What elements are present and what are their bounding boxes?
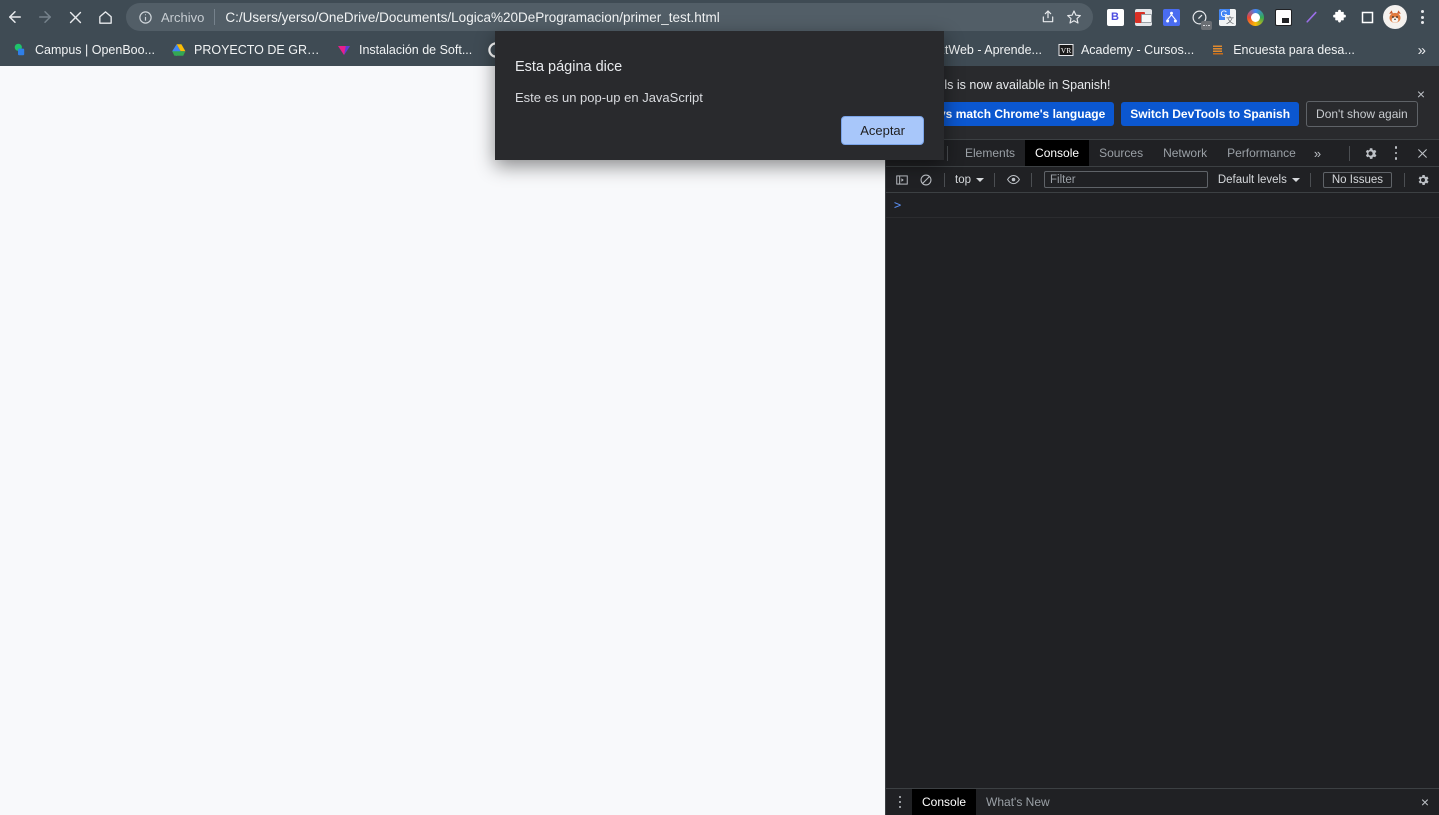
page-content-area: [0, 66, 885, 815]
omnibox-actions: [1035, 4, 1087, 30]
home-button[interactable]: [90, 3, 120, 31]
extensions-puzzle-icon[interactable]: [1325, 3, 1353, 31]
toolbar-divider-3: [1031, 172, 1032, 187]
tab-sources[interactable]: Sources: [1089, 140, 1153, 166]
site-info-icon[interactable]: [136, 8, 154, 26]
toolbar-divider-4: [1309, 172, 1311, 187]
devtools-tabbar: Elements Console Sources Network Perform…: [886, 140, 1439, 167]
console-toolbar: top Filter Default levels No Issues: [886, 167, 1439, 193]
extensions-strip: B G 文: [1101, 3, 1439, 31]
reading-list-icon[interactable]: [1353, 3, 1381, 31]
console-sidebar-icon[interactable]: [890, 168, 914, 192]
forward-button[interactable]: [30, 3, 60, 31]
dialog-title: Esta página dice: [515, 59, 623, 75]
back-button[interactable]: [0, 3, 30, 31]
console-filter-input[interactable]: Filter: [1044, 171, 1208, 188]
avatar[interactable]: [1381, 3, 1409, 31]
toolbar-divider: [944, 172, 945, 187]
color-wheel-extension-icon[interactable]: [1241, 3, 1269, 31]
svg-text:VR: VR: [1061, 46, 1071, 55]
address-bar[interactable]: Archivo C:/Users/yerso/OneDrive/Document…: [126, 3, 1093, 31]
log-levels-selector[interactable]: Default levels: [1214, 174, 1304, 186]
drawer-tab-console[interactable]: Console: [912, 789, 977, 815]
notice-text: DevTools is now available in Spanish!: [902, 78, 1111, 92]
drawer-tab-whats-new[interactable]: What's New: [976, 789, 1060, 815]
close-devtools-icon[interactable]: [1409, 140, 1435, 166]
instalacion-favicon: [336, 42, 352, 58]
bookmarks-overflow-button[interactable]: »: [1409, 40, 1435, 61]
url-text[interactable]: C:/Users/yerso/OneDrive/Documents/Logica…: [225, 10, 1029, 25]
devtools-drawer-tabbar: Console What's New ×: [886, 788, 1439, 815]
bookmark-item-academy[interactable]: VR Academy - Cursos...: [1050, 39, 1202, 61]
dialog-actions: Aceptar: [515, 116, 924, 160]
tab-performance[interactable]: Performance: [1217, 140, 1306, 166]
actions-divider: [1349, 145, 1350, 161]
browser-toolbar: Archivo C:/Users/yerso/OneDrive/Document…: [0, 0, 1439, 34]
more-tabs-icon[interactable]: »: [1306, 146, 1329, 161]
bookmark-item-instalacion[interactable]: Instalación de Soft...: [328, 39, 480, 61]
notice-buttons: Always match Chrome's language Switch De…: [902, 101, 1425, 127]
dialog-message: Este es un pop-up en JavaScript: [515, 90, 703, 106]
campus-favicon: [12, 42, 28, 58]
google-translate-extension-icon[interactable]: G 文: [1213, 3, 1241, 31]
chevron-down-icon: [976, 177, 984, 182]
console-caret-icon: >: [894, 198, 902, 212]
toolbar-divider-2: [994, 172, 995, 187]
more-options-icon[interactable]: [1383, 140, 1409, 166]
toolbar-divider-5: [1404, 172, 1405, 187]
execution-context-selector[interactable]: top: [951, 174, 988, 186]
bookmark-label: Academy - Cursos...: [1080, 43, 1195, 57]
bookmark-item-campus[interactable]: Campus | OpenBoo...: [4, 39, 163, 61]
highlighter-pen-extension-icon[interactable]: [1297, 3, 1325, 31]
browser-window: Archivo C:/Users/yerso/OneDrive/Document…: [0, 0, 1439, 815]
live-expression-eye-icon[interactable]: [1001, 168, 1025, 192]
javascript-alert-dialog: Esta página dice Este es un pop-up en Ja…: [495, 31, 944, 160]
devtools-panel: DevTools is now available in Spanish! Al…: [885, 66, 1439, 815]
accept-button[interactable]: Aceptar: [841, 116, 924, 145]
drawer-more-options-icon[interactable]: [888, 790, 912, 814]
bitwarden-extension-icon[interactable]: B: [1101, 3, 1129, 31]
bookmark-item-encuesta[interactable]: Encuesta para desa...: [1202, 39, 1363, 61]
tabbar-divider: [947, 145, 948, 161]
academy-favicon: VR: [1058, 42, 1074, 58]
tab-console[interactable]: Console: [1025, 140, 1090, 166]
console-output[interactable]: >: [886, 193, 1439, 788]
devtools-language-notice: DevTools is now available in Spanish! Al…: [886, 66, 1439, 140]
sitemap-extension-icon[interactable]: [1157, 3, 1185, 31]
clear-console-icon[interactable]: [914, 168, 938, 192]
bookmark-label: aztWeb - Aprende...: [931, 43, 1042, 57]
stop-loading-button[interactable]: [60, 3, 90, 31]
encuesta-favicon: [1210, 42, 1226, 58]
chrome-menu-button[interactable]: [1409, 3, 1435, 31]
bookmark-label: Instalación de Soft...: [358, 43, 473, 57]
picture-in-picture-icon[interactable]: [1269, 3, 1297, 31]
url-scheme-label: Archivo: [161, 9, 205, 25]
chrome-remote-desktop-extension-icon[interactable]: [1129, 3, 1157, 31]
devtools-tabbar-actions: [1342, 140, 1439, 166]
bookmark-item-proyecto-de-grado[interactable]: PROYECTO DE GRA...: [163, 39, 328, 61]
issues-button[interactable]: No Issues: [1322, 171, 1392, 188]
close-icon[interactable]: ×: [1413, 86, 1429, 102]
console-settings-gear-icon[interactable]: [1411, 168, 1435, 192]
chevron-down-icon-levels: [1291, 177, 1300, 182]
bookmark-star-icon[interactable]: [1061, 4, 1087, 30]
console-input-prompt[interactable]: >: [886, 193, 1439, 218]
execution-context-label: top: [955, 173, 971, 186]
bookmark-label: Encuesta para desa...: [1233, 43, 1355, 57]
tab-network[interactable]: Network: [1153, 140, 1217, 166]
bookmark-label: Campus | OpenBoo...: [35, 43, 155, 57]
filter-placeholder: Filter: [1050, 173, 1076, 186]
dont-show-again-button[interactable]: Don't show again: [1306, 101, 1418, 127]
log-levels-label: Default levels: [1217, 173, 1287, 186]
tab-elements[interactable]: Elements: [955, 140, 1025, 166]
drawer-close-icon[interactable]: ×: [1411, 794, 1439, 810]
gear-icon[interactable]: [1357, 140, 1383, 166]
switch-devtools-to-spanish-button[interactable]: Switch DevTools to Spanish: [1121, 102, 1300, 126]
share-icon[interactable]: [1035, 4, 1061, 30]
google-drive-favicon: [171, 42, 187, 58]
bookmark-label: PROYECTO DE GRA...: [193, 43, 320, 57]
speedtest-extension-icon[interactable]: [1185, 3, 1213, 31]
omnibox-divider: [214, 9, 216, 25]
